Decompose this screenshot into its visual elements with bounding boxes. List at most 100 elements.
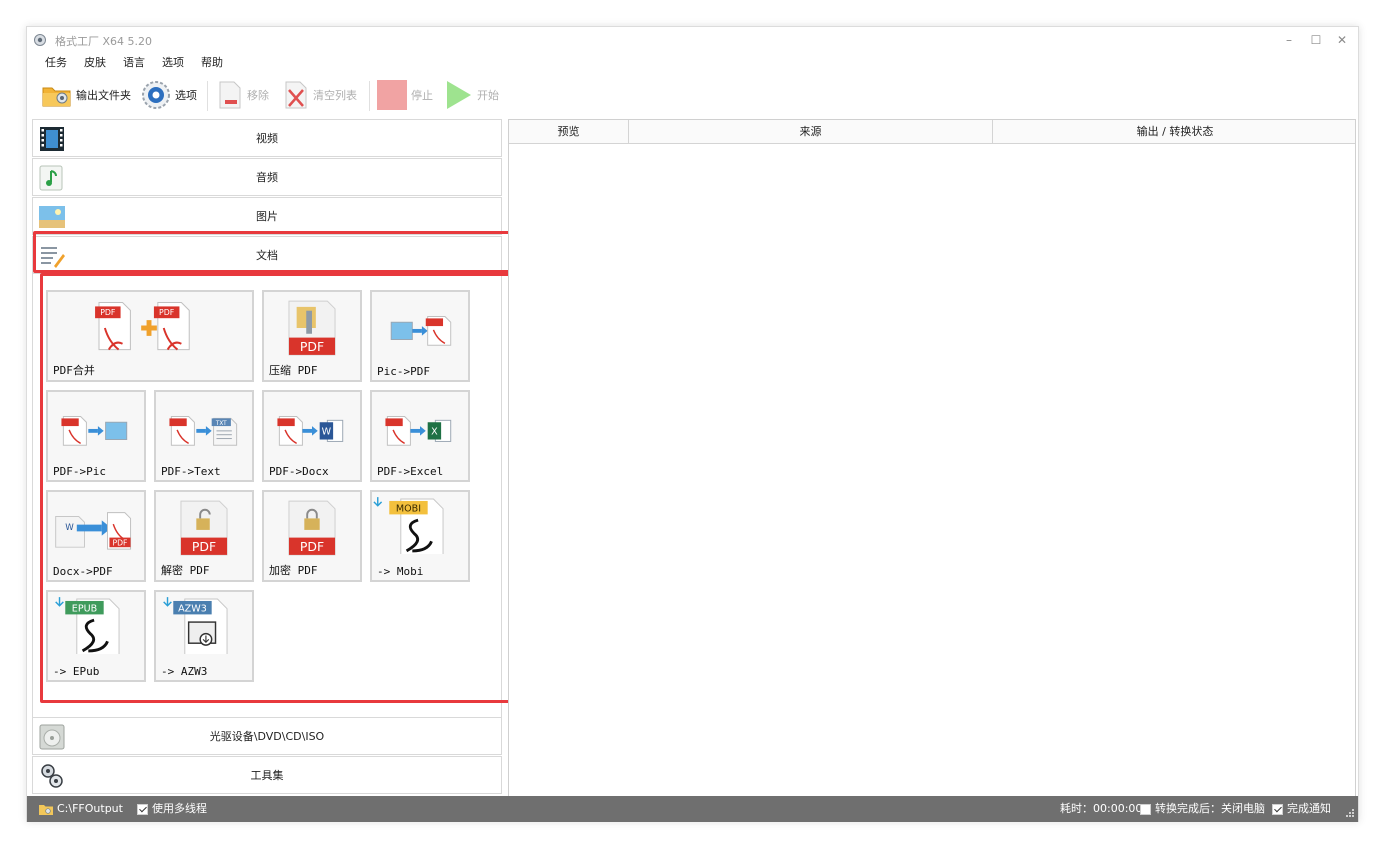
category-document-label: 文档 bbox=[256, 249, 278, 262]
category-tools-label: 工具集 bbox=[250, 769, 284, 782]
after-convert-toggle[interactable]: 转换完成后：关闭电脑 bbox=[1140, 796, 1265, 822]
column-output-status[interactable]: 输出 / 转换状态 bbox=[993, 120, 1357, 144]
menu-language[interactable]: 语言 bbox=[113, 55, 152, 71]
tool-pic-to-pdf[interactable]: Pic->PDF bbox=[370, 290, 470, 382]
notify-checkbox[interactable] bbox=[1272, 803, 1283, 815]
tool-label: -> Mobi bbox=[377, 565, 424, 578]
remove-button[interactable]: 移除 bbox=[217, 77, 269, 113]
category-tools[interactable]: 工具集 bbox=[32, 756, 502, 794]
pdf-merge-icon: PDF PDF bbox=[95, 302, 190, 351]
pdf-to-pic-icon bbox=[61, 416, 128, 446]
tool-pdf-to-pic[interactable]: PDF->Pic bbox=[46, 390, 146, 482]
menu-task[interactable]: 任务 bbox=[35, 55, 74, 71]
title-bar: 格式工厂 X64 5.20 – ☐ ✕ bbox=[27, 27, 1358, 53]
start-button[interactable]: 开始 bbox=[445, 77, 499, 113]
stop-label: 停止 bbox=[411, 89, 433, 102]
pdf-badge-text: PDF bbox=[192, 539, 216, 554]
multithread-label: 使用多线程 bbox=[152, 802, 207, 815]
tool-label: -> EPub bbox=[53, 665, 100, 678]
pdf-badge-text: PDF bbox=[100, 308, 116, 317]
multithread-toggle[interactable]: 使用多线程 bbox=[137, 796, 207, 822]
tool-docx-to-pdf[interactable]: W PDF Docx->PDF bbox=[46, 490, 146, 582]
txt-badge-text: TXT bbox=[215, 421, 227, 427]
menu-bar: 任务 皮肤 语言 选项 帮助 bbox=[35, 55, 230, 71]
gear-icon bbox=[142, 81, 170, 109]
pdf-decrypt-icon: PDF bbox=[180, 500, 228, 556]
minimize-button[interactable]: – bbox=[1276, 31, 1302, 49]
folder-icon bbox=[39, 805, 53, 815]
task-list[interactable]: 预览 来源 输出 / 转换状态 bbox=[508, 119, 1356, 798]
excel-badge-text: X bbox=[431, 427, 438, 438]
options-label: 选项 bbox=[175, 89, 197, 102]
elapsed-time: 耗时：00:00:00 bbox=[1060, 796, 1142, 822]
notify-label: 完成通知 bbox=[1287, 802, 1331, 815]
pdf-badge-text: PDF bbox=[300, 539, 324, 554]
category-video-label: 视频 bbox=[256, 132, 278, 145]
after-convert-label: 转换完成后：关闭电脑 bbox=[1155, 802, 1265, 815]
window-title: 格式工厂 X64 5.20 bbox=[55, 35, 153, 48]
folder-icon bbox=[42, 87, 71, 107]
resize-grip-icon[interactable] bbox=[1345, 808, 1355, 818]
column-preview[interactable]: 预览 bbox=[509, 120, 629, 144]
app-window: 格式工厂 X64 5.20 – ☐ ✕ 任务 皮肤 语言 选项 帮助 输出文件夹 bbox=[26, 26, 1359, 822]
tool-label: PDF合并 bbox=[53, 364, 95, 377]
menu-options[interactable]: 选项 bbox=[152, 55, 191, 71]
tool-pdf-to-docx[interactable]: W PDF->Docx bbox=[262, 390, 362, 482]
word-badge-text: W bbox=[65, 523, 74, 533]
app-logo-icon bbox=[34, 34, 46, 46]
category-document[interactable]: 文档 bbox=[32, 236, 502, 274]
elapsed-time-label: 耗时：00:00:00 bbox=[1060, 802, 1143, 815]
tool-label: Docx->PDF bbox=[53, 565, 113, 578]
column-source[interactable]: 来源 bbox=[629, 120, 993, 144]
tool-label: Pic->PDF bbox=[377, 365, 430, 378]
tool-pdf-compress[interactable]: PDF 压缩 PDF bbox=[262, 290, 362, 382]
tool-label: PDF->Docx bbox=[269, 465, 329, 478]
output-path[interactable]: C:\FFOutput bbox=[39, 796, 123, 822]
maximize-button[interactable]: ☐ bbox=[1303, 31, 1329, 49]
stop-button[interactable]: 停止 bbox=[377, 77, 433, 113]
category-audio-label: 音频 bbox=[256, 171, 278, 184]
menu-skin[interactable]: 皮肤 bbox=[74, 55, 113, 71]
options-button[interactable]: 选项 bbox=[141, 77, 197, 113]
remove-file-icon bbox=[219, 81, 241, 109]
docx-to-pdf-icon: W PDF bbox=[55, 512, 132, 550]
close-button[interactable]: ✕ bbox=[1329, 31, 1355, 49]
task-list-header: 预览 来源 输出 / 转换状态 bbox=[509, 120, 1355, 144]
category-rom-device[interactable]: 光驱设备\DVD\CD\ISO bbox=[32, 717, 502, 755]
tool-label: PDF->Pic bbox=[53, 465, 106, 478]
category-rom-device-label: 光驱设备\DVD\CD\ISO bbox=[209, 730, 325, 743]
tool-label: PDF->Text bbox=[161, 465, 221, 478]
pdf-to-excel-icon: X bbox=[385, 416, 452, 446]
tool-pdf-to-excel[interactable]: X PDF->Excel bbox=[370, 390, 470, 482]
tool-to-azw3[interactable]: AZW3 -> AZW3 bbox=[154, 590, 254, 682]
tool-pdf-encrypt[interactable]: PDF 加密 PDF bbox=[262, 490, 362, 582]
tool-label: PDF->Excel bbox=[377, 465, 444, 478]
pdf-to-text-icon: TXT bbox=[169, 416, 238, 446]
notify-toggle[interactable]: 完成通知 bbox=[1272, 796, 1331, 822]
tool-pdf-merge[interactable]: PDF PDF PDF合并 bbox=[46, 290, 254, 382]
category-image[interactable]: 图片 bbox=[32, 197, 502, 235]
after-convert-checkbox[interactable] bbox=[1140, 803, 1151, 815]
tool-to-mobi[interactable]: MOBI -> Mobi bbox=[370, 490, 470, 582]
pic-to-pdf-icon bbox=[390, 316, 452, 346]
pdf-compress-icon: PDF bbox=[288, 300, 336, 356]
pdf-badge-text: PDF bbox=[300, 339, 324, 354]
remove-label: 移除 bbox=[247, 89, 269, 102]
tool-label: -> AZW3 bbox=[161, 665, 208, 678]
clear-list-icon bbox=[285, 81, 307, 109]
output-folder-button[interactable]: 输出文件夹 bbox=[42, 77, 131, 113]
menu-help[interactable]: 帮助 bbox=[191, 55, 230, 71]
stop-icon bbox=[377, 80, 407, 110]
pdf-encrypt-icon: PDF bbox=[288, 500, 336, 556]
tool-to-epub[interactable]: EPUB -> EPub bbox=[46, 590, 146, 682]
output-path-label: C:\FFOutput bbox=[57, 802, 123, 815]
tool-pdf-decrypt[interactable]: PDF 解密 PDF bbox=[154, 490, 254, 582]
category-video[interactable]: 视频 bbox=[32, 119, 502, 157]
tool-pdf-to-text[interactable]: TXT PDF->Text bbox=[154, 390, 254, 482]
clear-list-button[interactable]: 清空列表 bbox=[283, 77, 357, 113]
category-image-label: 图片 bbox=[256, 210, 278, 223]
multithread-checkbox[interactable] bbox=[137, 803, 148, 815]
document-tools-grid: PDF PDF PDF合并 PDF 压缩 PDF Pic->PDF PDF->P… bbox=[32, 273, 502, 717]
mobi-badge-text: MOBI bbox=[396, 504, 421, 515]
category-audio[interactable]: 音频 bbox=[32, 158, 502, 196]
